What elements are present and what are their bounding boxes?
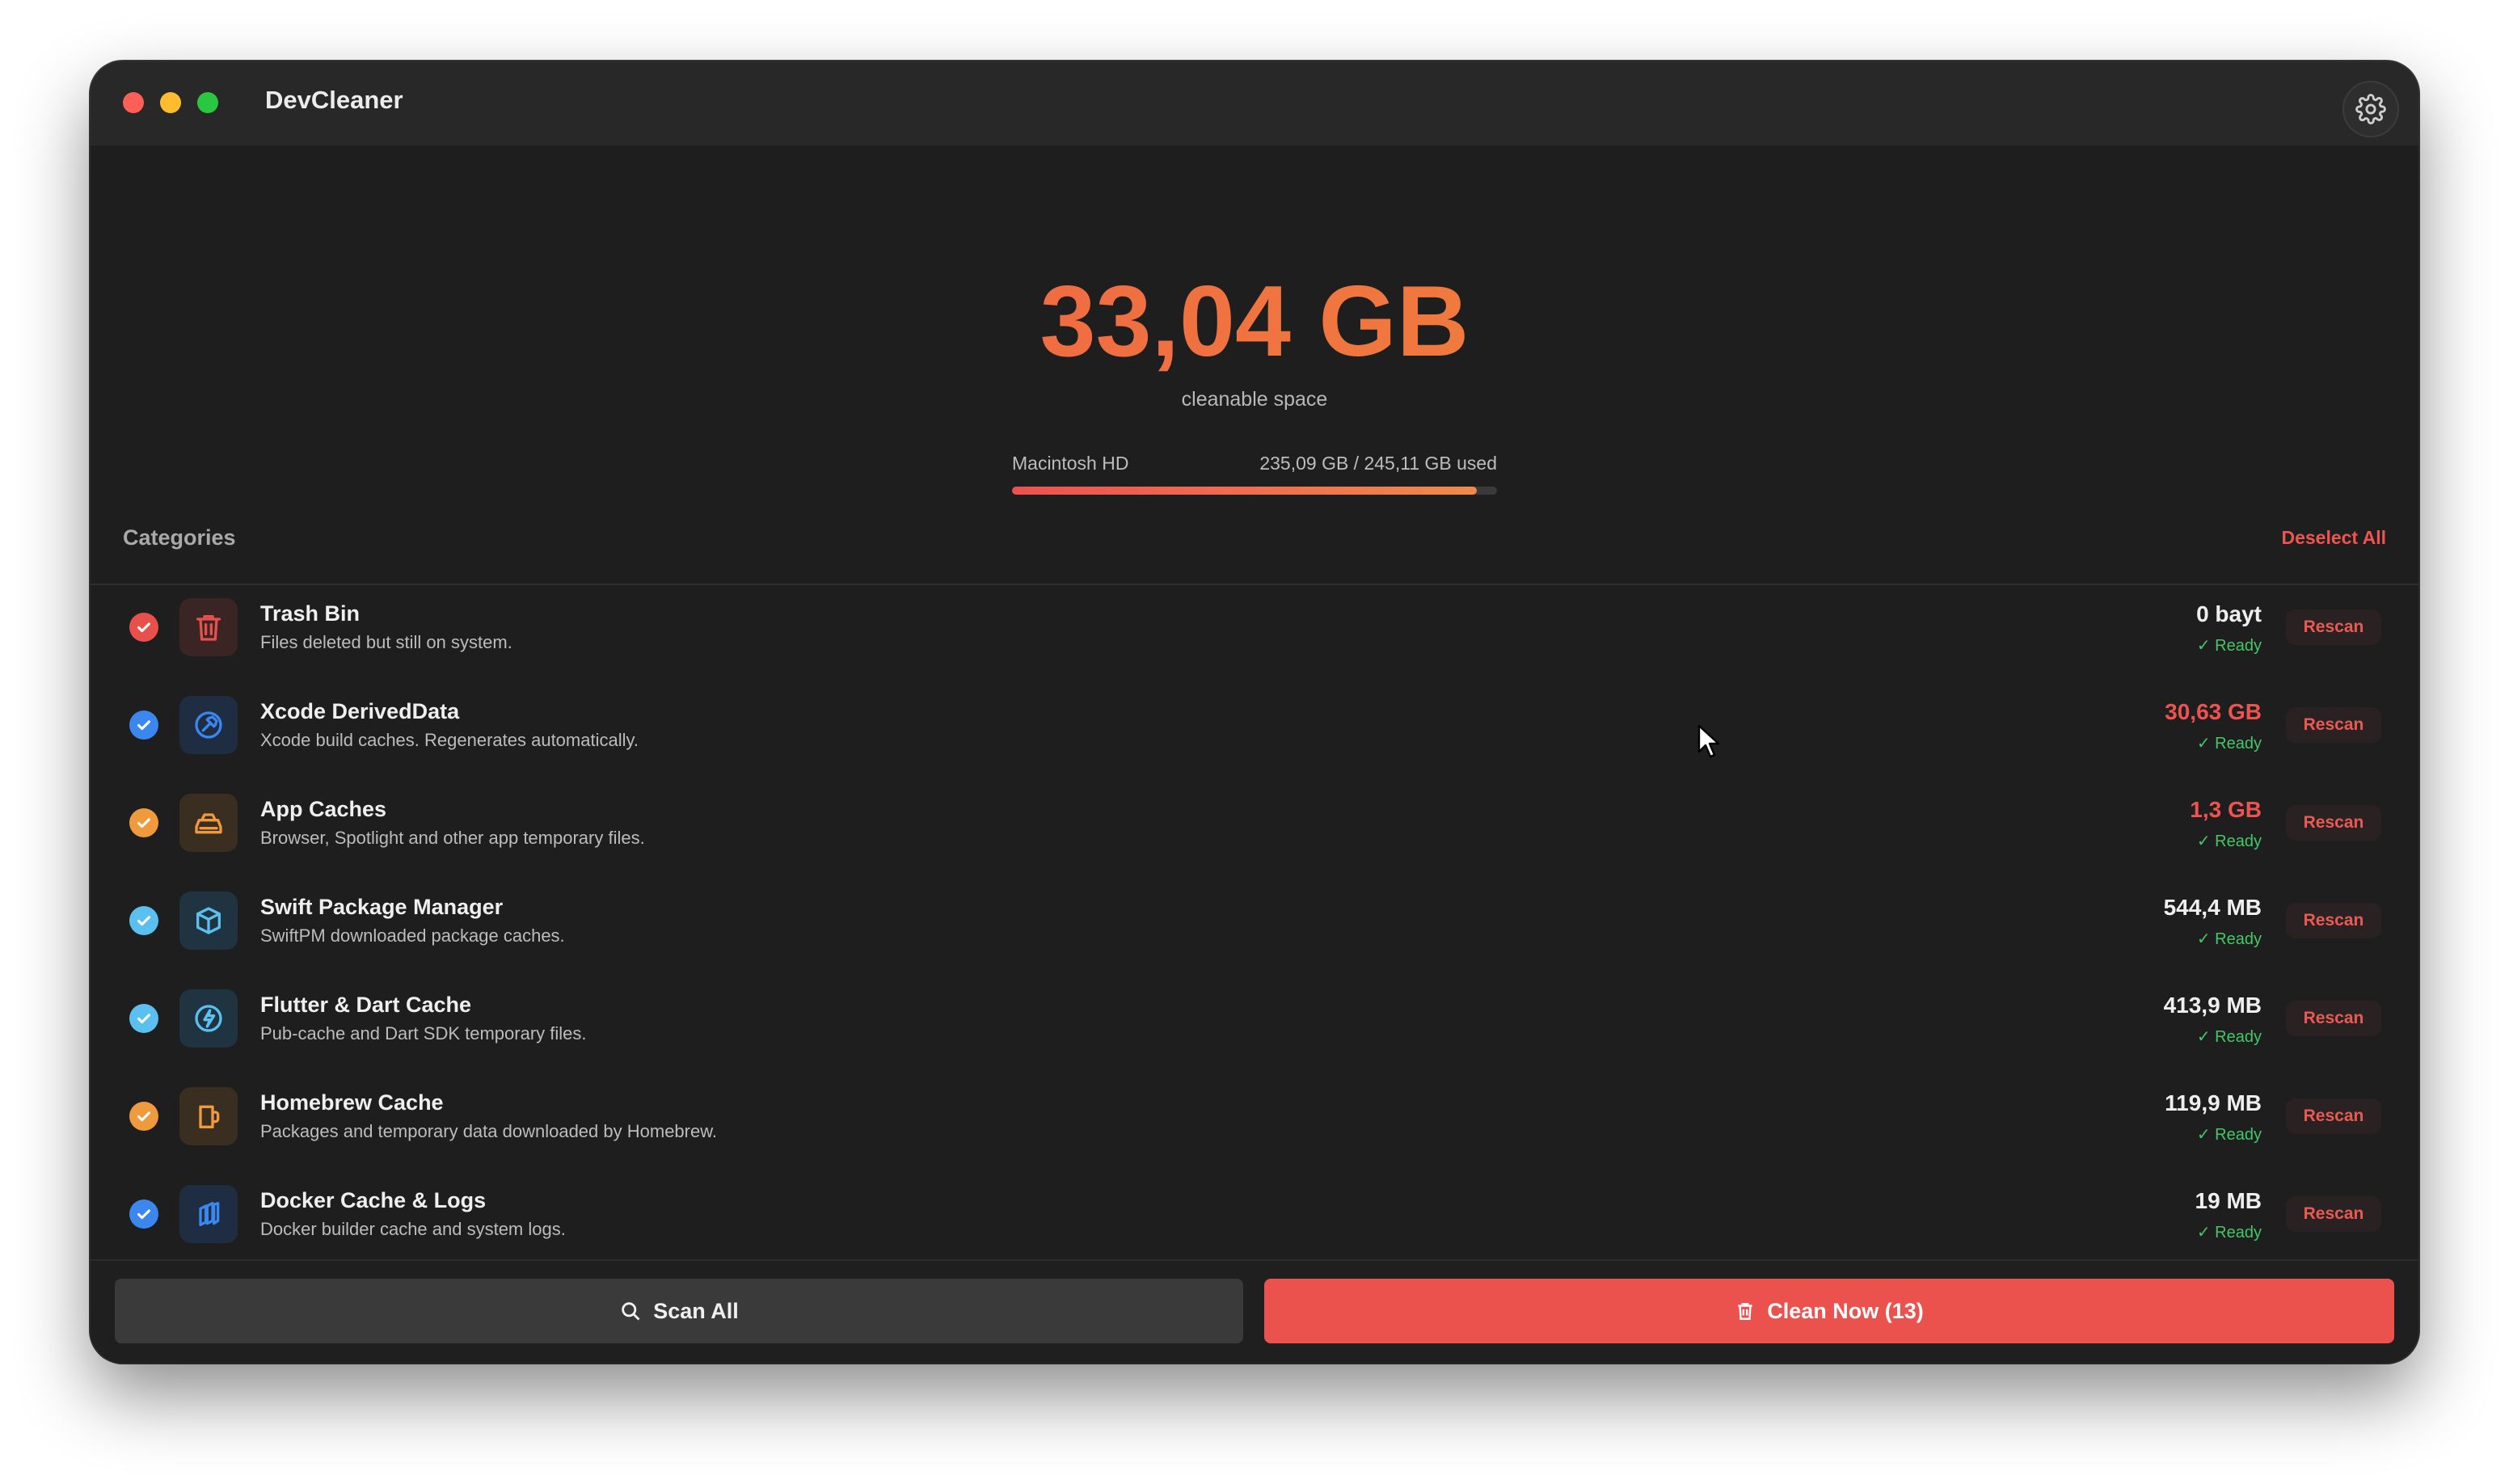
category-size: 19 MB	[2195, 1188, 2262, 1213]
category-row[interactable]: Xcode DerivedData Xcode build caches. Reg…	[91, 677, 2418, 774]
category-title: Trash Bin	[260, 601, 361, 626]
minimize-window-button[interactable]	[160, 92, 181, 113]
gear-icon	[2355, 94, 2386, 124]
rescan-button[interactable]: Rescan	[2286, 609, 2381, 645]
disk-name: Macintosh HD	[1012, 453, 1129, 474]
rescan-button[interactable]: Rescan	[2286, 1196, 2381, 1232]
category-title: Xcode DerivedData	[260, 699, 460, 723]
scan-all-button[interactable]: Scan All	[115, 1279, 1243, 1343]
zoom-window-button[interactable]	[197, 92, 218, 113]
summary-panel: 33,04 GB cleanable space Macintosh HD 23…	[91, 145, 2418, 585]
category-description: SwiftPM downloaded package caches.	[260, 925, 565, 946]
checkmark-icon	[137, 622, 150, 633]
category-title: Docker Cache & Logs	[260, 1188, 487, 1212]
category-description: Pub-cache and Dart SDK temporary files.	[260, 1023, 587, 1043]
checkmark-icon	[137, 1209, 150, 1220]
footer-bar: Scan All Clean Now (13)	[91, 1259, 2418, 1363]
category-checkbox[interactable]	[129, 1102, 158, 1131]
checkmark-icon	[137, 1111, 150, 1122]
category-title: Flutter & Dart Cache	[260, 993, 472, 1017]
settings-button[interactable]	[2342, 81, 2399, 137]
hammer-icon	[195, 711, 222, 739]
category-size: 413,9 MB	[2163, 993, 2262, 1018]
category-row[interactable]: Docker Cache & Logs Docker builder cache …	[91, 1166, 2418, 1263]
deselect-all-button[interactable]: Deselect All	[2281, 527, 2386, 549]
cube-stack-icon	[199, 1202, 220, 1226]
category-status: ✓ Ready	[2196, 1126, 2262, 1144]
category-row[interactable]: Homebrew Cache Packages and temporary dat…	[91, 1068, 2418, 1165]
category-icon-tile	[179, 892, 238, 950]
mug-icon	[199, 1105, 220, 1128]
category-description: Files deleted but still on system.	[260, 632, 512, 652]
category-checkbox[interactable]	[129, 906, 158, 935]
app-title: DevCleaner	[265, 86, 403, 114]
category-description: Packages and temporary data downloaded b…	[260, 1121, 718, 1141]
checkmark-icon	[137, 916, 150, 926]
close-window-button[interactable]	[123, 92, 144, 113]
title-bar: DevCleaner	[91, 61, 2418, 145]
category-description: Browser, Spotlight and other app tempora…	[260, 828, 645, 848]
rescan-button[interactable]: Rescan	[2286, 1098, 2381, 1134]
disk-usage-text: 235,09 GB / 245,11 GB used	[1259, 453, 1497, 474]
search-icon	[622, 1302, 640, 1321]
rescan-button[interactable]: Rescan	[2286, 903, 2381, 938]
category-size: 30,63 GB	[2165, 699, 2262, 724]
category-status: ✓ Ready	[2196, 637, 2262, 655]
category-size: 544,4 MB	[2163, 895, 2262, 920]
categories-heading: Categories	[123, 525, 236, 550]
category-size: 1,3 GB	[2190, 797, 2262, 822]
rescan-button[interactable]: Rescan	[2286, 1001, 2381, 1036]
category-checkbox[interactable]	[129, 808, 158, 837]
drive-icon	[195, 813, 222, 834]
category-title: App Caches	[260, 797, 387, 821]
bolt-icon	[195, 1005, 222, 1032]
category-checkbox[interactable]	[129, 710, 158, 740]
category-icon-tile	[179, 794, 238, 852]
category-description: Xcode build caches. Regenerates automati…	[260, 730, 639, 750]
trash-icon	[1738, 1303, 1752, 1320]
category-status: ✓ Ready	[2196, 735, 2262, 753]
cleanable-total-label: cleanable space	[1181, 388, 1328, 411]
category-icon-tile	[179, 1185, 238, 1243]
category-checkbox[interactable]	[129, 613, 158, 642]
mouse-pointer-icon	[1697, 724, 1720, 758]
clean-now-label: Clean Now (13)	[1767, 1298, 1924, 1323]
category-status: ✓ Ready	[2196, 930, 2262, 948]
category-row[interactable]: App Caches Browser, Spotlight and other a…	[91, 774, 2418, 871]
category-title: Swift Package Manager	[260, 895, 504, 919]
app-window: DevCleaner 33,04 GB cleanable space Maci…	[91, 61, 2418, 1363]
category-row[interactable]: Trash Bin Files deleted but still on syst…	[91, 579, 2418, 676]
trash-icon	[196, 615, 221, 641]
category-status: ✓ Ready	[2196, 1224, 2262, 1242]
checkmark-icon	[137, 1014, 150, 1024]
checkmark-icon	[137, 720, 150, 731]
category-title: Homebrew Cache	[260, 1090, 444, 1115]
checkmark-icon	[137, 818, 150, 828]
category-checkbox[interactable]	[129, 1199, 158, 1229]
category-icon-tile	[179, 989, 238, 1048]
package-icon	[196, 907, 221, 934]
category-icon-tile	[179, 696, 238, 754]
category-row[interactable]: Flutter & Dart Cache Pub-cache and Dart S…	[91, 970, 2418, 1067]
category-icon-tile	[179, 598, 238, 656]
cleanable-total: 33,04 GB	[91, 272, 2418, 372]
disk-usage-bar	[1012, 487, 1497, 495]
category-checkbox[interactable]	[129, 1004, 158, 1033]
category-icon-tile	[179, 1087, 238, 1145]
clean-now-button[interactable]: Clean Now (13)	[1264, 1279, 2394, 1343]
rescan-button[interactable]: Rescan	[2286, 805, 2381, 841]
category-status: ✓ Ready	[2196, 833, 2262, 850]
disk-usage-bar-fill	[1012, 487, 1478, 495]
scan-all-label: Scan All	[653, 1298, 739, 1323]
category-description: Docker builder cache and system logs.	[260, 1219, 566, 1239]
category-row[interactable]: Swift Package Manager SwiftPM downloaded …	[91, 872, 2418, 969]
category-status: ✓ Ready	[2196, 1028, 2262, 1046]
category-size: 0 bayt	[2196, 601, 2262, 626]
category-size: 119,9 MB	[2165, 1090, 2262, 1115]
rescan-button[interactable]: Rescan	[2286, 707, 2381, 743]
